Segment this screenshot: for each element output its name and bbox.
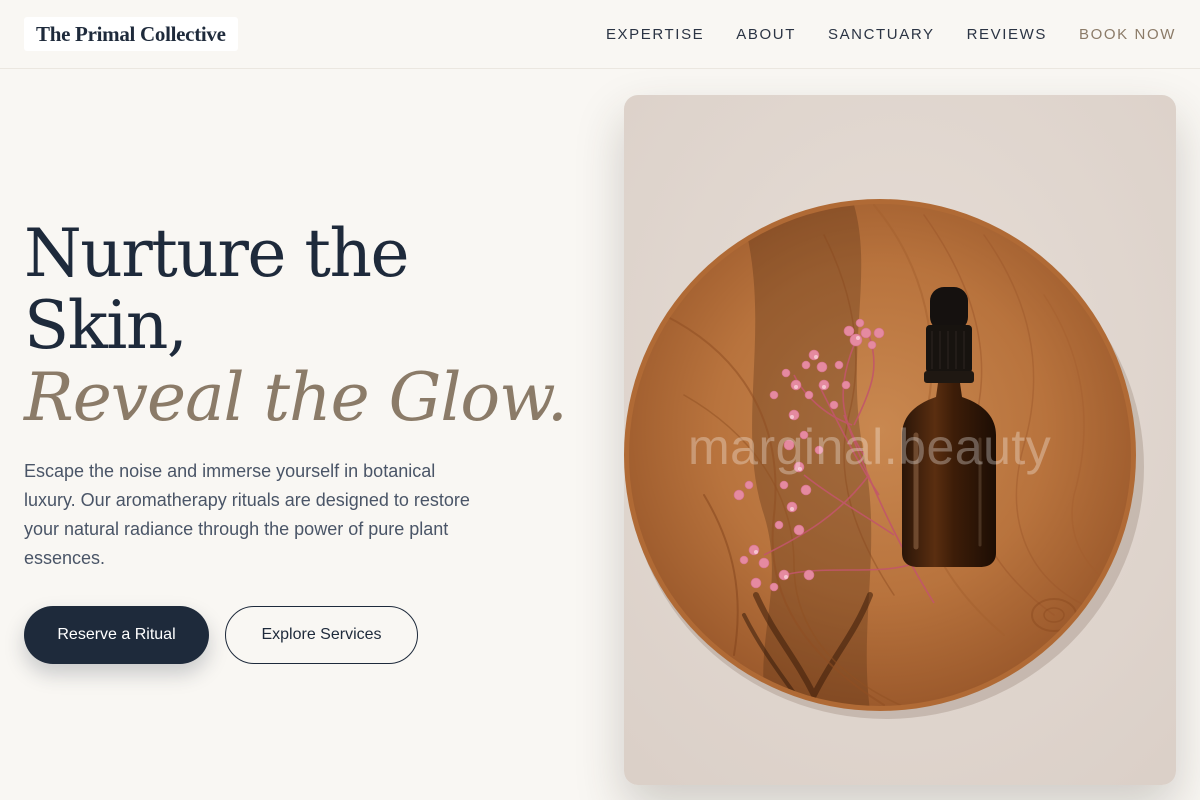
wooden-plate-serum-illustration bbox=[624, 95, 1176, 785]
hero-description: Escape the noise and immerse yourself in… bbox=[24, 461, 470, 568]
nav-reviews[interactable]: REVIEWS bbox=[967, 26, 1047, 43]
hero-title: Nurture the Skin, Reveal the Glow. bbox=[24, 218, 584, 434]
hero-title-accent: Reveal the Glow. bbox=[24, 359, 568, 436]
brand-logo[interactable]: The Primal Collective bbox=[24, 17, 238, 51]
nav-sanctuary[interactable]: SANCTUARY bbox=[828, 26, 935, 43]
main-nav: EXPERTISE ABOUT SANCTUARY REVIEWS BOOK N… bbox=[574, 0, 1176, 68]
nav-book-now[interactable]: BOOK NOW bbox=[1079, 26, 1176, 43]
nav-about[interactable]: ABOUT bbox=[736, 26, 796, 43]
hero-title-line-1: Nurture the bbox=[24, 215, 410, 292]
site-header: The Primal Collective EXPERTISE ABOUT SA… bbox=[0, 0, 1200, 69]
hero-title-line-2: Skin, bbox=[24, 287, 188, 364]
nav-expertise[interactable]: EXPERTISE bbox=[606, 26, 704, 43]
hero-product-image bbox=[624, 95, 1176, 785]
explore-services-button[interactable]: Explore Services bbox=[225, 606, 418, 664]
reserve-ritual-button[interactable]: Reserve a Ritual bbox=[24, 606, 209, 664]
